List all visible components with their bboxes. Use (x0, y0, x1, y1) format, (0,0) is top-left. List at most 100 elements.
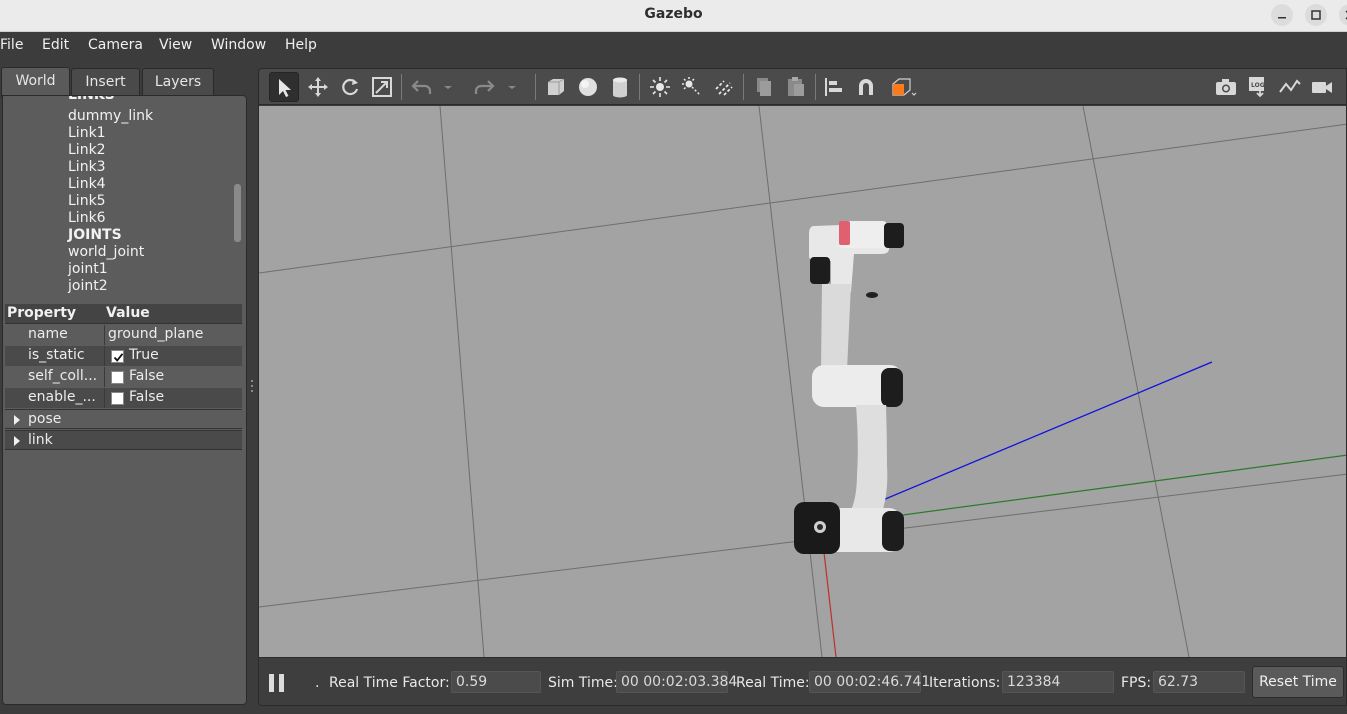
property-row-self-collide[interactable]: self_coll... False (5, 367, 242, 387)
rotate-mode-button[interactable] (335, 72, 365, 102)
magnet-icon (859, 79, 873, 95)
video-record-button[interactable] (1307, 72, 1337, 102)
log-icon: LOG (1249, 77, 1265, 98)
menu-view[interactable]: View (159, 37, 192, 53)
scene-viewport[interactable] (259, 106, 1346, 657)
paste-button[interactable] (781, 72, 811, 102)
redo-icon (474, 80, 495, 94)
tree-item[interactable]: Link4 (68, 176, 106, 193)
align-button[interactable] (819, 72, 849, 102)
panel-splitter-handle[interactable] (251, 380, 254, 398)
property-row-name[interactable]: name ground_plane (5, 325, 242, 345)
undo-button[interactable] (407, 72, 437, 102)
view-cube-icon (892, 78, 917, 96)
directional-light-icon (715, 80, 733, 96)
redo-history-dropdown[interactable] (503, 72, 521, 102)
tab-world[interactable]: World (1, 67, 70, 97)
window-title: Gazebo (644, 6, 703, 22)
render-toolbar: LOG (259, 69, 1346, 105)
svg-text:LOG: LOG (1251, 82, 1265, 89)
menu-window[interactable]: Window (211, 37, 266, 53)
directional-light-button[interactable] (709, 72, 739, 102)
time-status-bar: . Real Time Factor: 0.59 Sim Time: 00 00… (259, 657, 1346, 705)
sun-light-icon (650, 77, 670, 97)
header-property: Property (7, 305, 77, 321)
property-row-is-static[interactable]: is_static True (5, 346, 242, 366)
tree-item[interactable]: Link2 (68, 142, 106, 159)
log-button[interactable]: LOG (1243, 72, 1273, 102)
tree-item[interactable]: Link1 (68, 125, 106, 142)
menu-bar: File Edit Camera View Window Help (0, 32, 1347, 60)
fps-value: 62.73 (1153, 671, 1245, 693)
sim-time-label: Sim Time: (548, 675, 618, 691)
tree-item[interactable]: joint1 (68, 261, 108, 278)
sphere-icon (579, 78, 597, 96)
checkmark-icon (113, 353, 124, 362)
real-time-value: 00 00:02:46.741 (809, 671, 930, 693)
property-group-link[interactable]: link (5, 430, 242, 450)
tree-item[interactable]: joint2 (68, 278, 108, 295)
undo-history-dropdown[interactable] (439, 72, 457, 102)
pause-button[interactable] (269, 674, 285, 692)
menu-file[interactable]: File (0, 37, 23, 53)
undo-icon (411, 80, 432, 94)
tab-layers[interactable]: Layers (142, 68, 214, 96)
property-group-pose[interactable]: pose (5, 409, 242, 429)
self-collide-checkbox[interactable] (111, 371, 124, 384)
property-value[interactable]: ground_plane (108, 326, 203, 342)
property-row-enable-wind[interactable]: enable_... False (5, 388, 242, 408)
plot-button[interactable] (1275, 72, 1305, 102)
insert-cylinder-button[interactable] (605, 72, 635, 102)
enable-wind-checkbox[interactable] (111, 392, 124, 405)
model-tree[interactable]: LINKS dummy_link Link1 Link2 Link3 Link4… (3, 96, 235, 301)
copy-icon (757, 78, 771, 96)
expand-arrow-icon[interactable] (14, 436, 20, 446)
chevron-down-icon (444, 86, 452, 89)
redo-button[interactable] (469, 72, 499, 102)
insert-box-button[interactable] (541, 72, 571, 102)
insert-sphere-button[interactable] (573, 72, 603, 102)
tree-item[interactable]: dummy_link (68, 108, 153, 125)
is-static-checkbox[interactable] (111, 350, 124, 363)
fps-label: FPS: (1121, 675, 1152, 691)
camera-icon (1216, 79, 1236, 95)
select-mode-button[interactable] (269, 72, 299, 102)
robot-arm-model (794, 221, 904, 554)
rtf-value: 0.59 (451, 671, 541, 693)
reset-time-button[interactable]: Reset Time (1252, 666, 1344, 698)
tree-scrollbar[interactable] (234, 184, 241, 242)
menu-camera[interactable]: Camera (88, 37, 143, 53)
tree-item[interactable]: Link3 (68, 159, 106, 176)
box-icon (548, 78, 565, 95)
copy-button[interactable] (749, 72, 779, 102)
cylinder-icon (613, 77, 627, 98)
title-bar: Gazebo (0, 0, 1347, 32)
iterations-label: Iterations: (929, 675, 1001, 691)
window-bottom-edge (0, 706, 1347, 714)
snap-button[interactable] (851, 72, 881, 102)
line-chart-icon (1279, 79, 1301, 93)
maximize-icon (1311, 10, 1321, 20)
video-camera-icon (1312, 82, 1332, 93)
scale-mode-button[interactable] (367, 72, 397, 102)
tree-item[interactable]: Link5 (68, 193, 106, 210)
tree-item[interactable]: Link6 (68, 210, 106, 227)
minimize-icon (1278, 17, 1286, 19)
screenshot-button[interactable] (1211, 72, 1241, 102)
point-light-button[interactable] (645, 72, 675, 102)
rtf-dot: . (315, 675, 320, 691)
spot-light-button[interactable] (677, 72, 707, 102)
real-time-label: Real Time: (736, 675, 810, 691)
chevron-down-icon (508, 86, 516, 89)
property-table-header: Property Value (5, 304, 242, 324)
maximize-button[interactable] (1305, 4, 1327, 26)
tab-insert[interactable]: Insert (71, 68, 140, 96)
minimize-button[interactable] (1271, 4, 1293, 26)
menu-help[interactable]: Help (285, 37, 317, 53)
translate-mode-button[interactable] (303, 72, 333, 102)
tree-item[interactable]: world_joint (68, 244, 144, 261)
menu-edit[interactable]: Edit (42, 37, 69, 53)
expand-arrow-icon[interactable] (14, 415, 20, 425)
view-angle-button[interactable] (887, 72, 917, 102)
align-left-icon (825, 78, 842, 96)
